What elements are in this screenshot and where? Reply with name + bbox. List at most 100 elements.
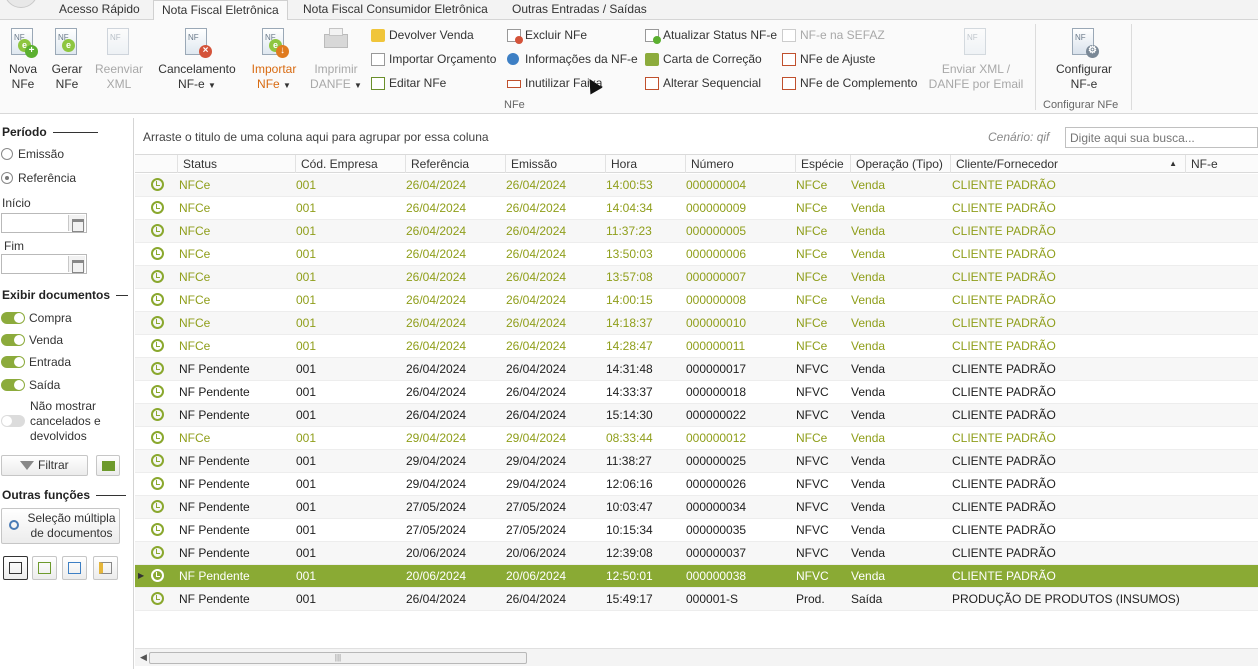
view-mode-button-3[interactable] — [62, 556, 87, 580]
referencia-radio[interactable] — [1, 172, 13, 184]
nfe-sefaz-button[interactable]: NF-e na SEFAZ — [780, 25, 885, 45]
cell-cliente: CLIENTE PADRÃO — [952, 500, 1056, 514]
fim-date-field[interactable] — [1, 254, 87, 274]
cell-emissao: 20/06/2024 — [506, 546, 567, 560]
table-row[interactable]: NFCe 001 26/04/2024 26/04/2024 13:50:03 00000… — [135, 243, 1258, 266]
header-hora[interactable]: Hora — [605, 155, 685, 173]
table-row[interactable]: NFCe 001 29/04/2024 29/04/2024 08:33:44 00000… — [135, 427, 1258, 450]
imprimir-danfe-button[interactable]: Imprimir DANFE ▼ — [308, 26, 364, 93]
configurar-label: Configurar — [1055, 62, 1113, 76]
search-input[interactable] — [1065, 127, 1258, 148]
clock-status-icon — [151, 408, 164, 421]
cell-referencia: 26/04/2024 — [406, 592, 467, 606]
table-row[interactable]: NF Pendente 001 26/04/2024 26/04/2024 14:31:… — [135, 358, 1258, 381]
view-mode-button-1[interactable] — [3, 556, 28, 580]
table-row[interactable]: NF Pendente 001 27/05/2024 27/05/2024 10:03:… — [135, 496, 1258, 519]
cell-referencia: 26/04/2024 — [406, 408, 467, 422]
cell-operacao: Venda — [851, 224, 886, 238]
table-row[interactable]: NFCe 001 26/04/2024 26/04/2024 14:00:15 00000… — [135, 289, 1258, 312]
table-row[interactable]: ▶ NF Pendente 001 20/06/2024 20/06/2024 12:50… — [135, 565, 1258, 588]
gerar-nfe-button[interactable]: NF e Gerar NFe — [48, 26, 86, 92]
cell-status: NF Pendente — [179, 454, 250, 468]
header-nfe[interactable]: NF-e — [1185, 155, 1258, 173]
header-numero[interactable]: Número — [685, 155, 795, 173]
reenviar-xml-button[interactable]: NF Reenviar XML — [94, 26, 144, 92]
header-indicator[interactable] — [135, 155, 177, 173]
header-status[interactable]: Status — [177, 155, 295, 173]
nfe-complemento-button[interactable]: NFe de Complemento — [780, 73, 917, 93]
app-menu-button[interactable] — [4, 0, 38, 8]
excluir-nfe-button[interactable]: Excluir NFe — [505, 25, 587, 45]
venda-toggle[interactable] — [1, 334, 25, 346]
tab-nota-fiscal-eletronica[interactable]: Nota Fiscal Eletrônica — [153, 0, 288, 21]
entrada-toggle[interactable] — [1, 356, 25, 368]
table-row[interactable]: NFCe 001 26/04/2024 26/04/2024 11:37:23 00000… — [135, 220, 1258, 243]
header-especie[interactable]: Espécie — [795, 155, 850, 173]
saida-toggle[interactable] — [1, 379, 25, 391]
cell-cliente: CLIENTE PADRÃO — [952, 546, 1056, 560]
table-row[interactable]: NFCe 001 26/04/2024 26/04/2024 13:57:08 00000… — [135, 266, 1258, 289]
configurar-nfe-button[interactable]: NF ⚙ Configurar NF-e — [1046, 26, 1122, 92]
selecao-multipla-button[interactable]: Seleção múltipla de documentos — [1, 508, 120, 544]
clear-filter-button[interactable] — [96, 455, 120, 476]
devolver-venda-button[interactable]: Devolver Venda — [369, 25, 474, 45]
header-operacao[interactable]: Operação (Tipo) — [850, 155, 950, 173]
cancel-document-icon: NF × — [182, 26, 212, 58]
header-emissao[interactable]: Emissão — [505, 155, 605, 173]
venda-label: Venda — [29, 333, 64, 347]
nao-mostrar-cancelados-label: Não mostrar cancelados e devolvidos — [30, 399, 101, 443]
importar-orcamento-button[interactable]: Importar Orçamento — [369, 49, 496, 69]
emissao-radio[interactable] — [1, 148, 13, 160]
view-mode-button-4[interactable] — [93, 556, 118, 580]
table-row[interactable]: NF Pendente 001 29/04/2024 29/04/2024 11:38:… — [135, 450, 1258, 473]
table-row[interactable]: NF Pendente 001 29/04/2024 29/04/2024 12:06:… — [135, 473, 1258, 496]
table-row[interactable]: NF Pendente 001 20/06/2024 20/06/2024 12:39:… — [135, 542, 1258, 565]
inicio-date-field[interactable] — [1, 213, 87, 233]
filter-icon — [20, 461, 34, 470]
cancelamento-nfe-button[interactable]: NF × Cancelamento NF-e ▼ — [154, 26, 240, 93]
informacoes-nfe-button[interactable]: Informações da NF-e — [505, 49, 638, 69]
scroll-left-icon[interactable]: ◀ — [140, 652, 147, 663]
scrollbar-thumb[interactable]: ||| — [149, 652, 527, 664]
table-row[interactable]: NF Pendente 001 26/04/2024 26/04/2024 15:49:… — [135, 588, 1258, 611]
tab-outras-entradas-saidas[interactable]: Outras Entradas / Saídas — [504, 0, 655, 20]
header-referencia[interactable]: Referência — [405, 155, 505, 173]
alterar-sequencial-button[interactable]: Alterar Sequencial — [643, 73, 761, 93]
selecao-label: Seleção múltipla — [27, 511, 116, 525]
calendar-icon[interactable] — [68, 215, 85, 232]
calendar-icon[interactable] — [68, 256, 85, 273]
compra-toggle[interactable] — [1, 312, 25, 324]
cell-numero: 000000034 — [686, 500, 747, 514]
group-label-nfe: NFe — [504, 99, 525, 111]
nova-nfe-button[interactable]: NF e + Nova NFe — [4, 26, 42, 92]
header-cod-empresa[interactable]: Cód. Empresa — [295, 155, 405, 173]
view-mode-button-2[interactable] — [32, 556, 57, 580]
enviar-xml-danfe-email-button[interactable]: NF Enviar XML / DANFE por Email — [926, 26, 1026, 92]
cell-hora: 14:00:15 — [606, 293, 653, 307]
nfe-ajuste-button[interactable]: NFe de Ajuste — [780, 49, 875, 69]
filtrar-button[interactable]: Filtrar — [1, 455, 88, 476]
table-row[interactable]: NF Pendente 001 26/04/2024 26/04/2024 15:14:… — [135, 404, 1258, 427]
importar-nfe-button[interactable]: NF e ↓ Importar NFe ▼ — [246, 26, 302, 93]
editar-nfe-button[interactable]: Editar NFe — [369, 73, 446, 93]
cell-especie: NFCe — [796, 224, 828, 238]
tab-nota-fiscal-consumidor[interactable]: Nota Fiscal Consumidor Eletrônica — [295, 0, 496, 20]
header-cliente-fornecedor[interactable]: Cliente/Fornecedor ▲ — [950, 155, 1185, 173]
cell-especie: NFVC — [796, 408, 829, 422]
group-by-panel[interactable]: Arraste o titulo de uma coluna aqui para… — [135, 118, 1258, 154]
nao-mostrar-cancelados-toggle[interactable] — [1, 415, 25, 427]
table-row[interactable]: NF Pendente 001 27/05/2024 27/05/2024 10:15:… — [135, 519, 1258, 542]
cell-hora: 14:04:34 — [606, 201, 653, 215]
table-row[interactable]: NFCe 001 26/04/2024 26/04/2024 14:00:53 00000… — [135, 174, 1258, 197]
horizontal-scrollbar[interactable]: ◀ ||| — [135, 648, 1258, 666]
clock-status-icon — [151, 431, 164, 444]
table-row[interactable]: NFCe 001 26/04/2024 26/04/2024 14:04:34 00000… — [135, 197, 1258, 220]
cell-status: NFCe — [179, 247, 211, 261]
atualizar-status-button[interactable]: Atualizar Status NF-e — [643, 25, 777, 45]
table-row[interactable]: NFCe 001 26/04/2024 26/04/2024 14:28:47 00000… — [135, 335, 1258, 358]
table-row[interactable]: NF Pendente 001 26/04/2024 26/04/2024 14:33:… — [135, 381, 1258, 404]
table-row[interactable]: NFCe 001 26/04/2024 26/04/2024 14:18:37 00000… — [135, 312, 1258, 335]
carta-correcao-button[interactable]: Carta de Correção — [643, 49, 762, 69]
cell-especie: NFVC — [796, 546, 829, 560]
tab-acesso-rapido[interactable]: Acesso Rápido — [51, 0, 148, 20]
